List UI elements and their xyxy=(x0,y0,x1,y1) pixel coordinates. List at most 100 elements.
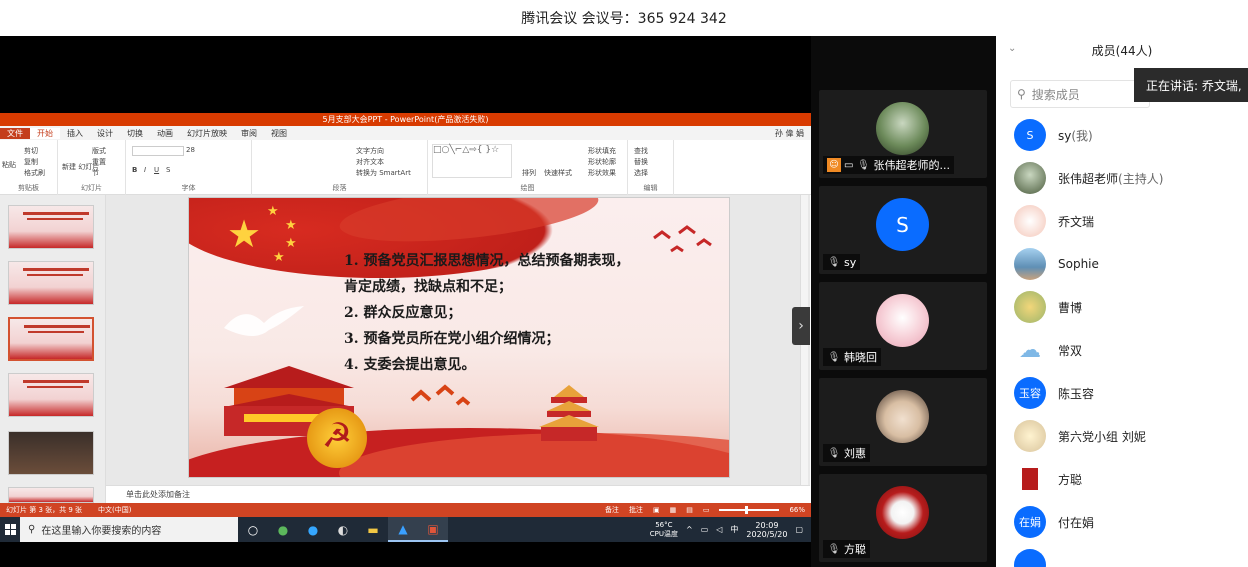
member-search-input[interactable]: ⚲ 搜索成员 xyxy=(1010,80,1150,108)
reset-button[interactable]: 重置 xyxy=(92,157,106,167)
tab-file[interactable]: 文件 xyxy=(0,127,30,139)
ime-indicator[interactable]: 中 xyxy=(730,524,738,535)
meeting-title: 腾讯会议 会议号：365 924 342 xyxy=(521,11,727,27)
member-row[interactable]: Sophie xyxy=(1014,247,1244,281)
taskbar-search-box[interactable]: ⚲ 在这里输入你要搜索的内容 xyxy=(20,517,238,542)
member-row[interactable]: 乔文瑞 xyxy=(1014,204,1244,238)
italic-button[interactable]: I xyxy=(144,166,146,174)
taskbar-search-text: 在这里输入你要搜索的内容 xyxy=(41,526,162,537)
ppt-status-bar: 幻灯片 第 3 张，共 9 张 中文(中国) 备注 批注 ▣ ▦ ▤ ▭ 66% xyxy=(0,503,811,517)
select-button[interactable]: 选择 xyxy=(634,168,648,178)
tencent-meeting-icon[interactable]: ▲ xyxy=(388,517,418,542)
strikethrough-button[interactable]: S xyxy=(166,166,170,174)
current-slide[interactable]: ★ ★ ★ ★ ★ ☭ 1. 预备党员汇报思想情况，总结预备期表现， 肯定成绩，… xyxy=(188,197,730,478)
tab-insert[interactable]: 插入 xyxy=(60,128,90,139)
tray-chevron-icon[interactable]: ^ xyxy=(686,525,693,534)
dove-icon xyxy=(224,306,304,337)
zoom-level[interactable]: 66% xyxy=(789,506,805,514)
collapse-panel-button[interactable]: › xyxy=(792,307,810,345)
slide-thumbnail[interactable]: 1 xyxy=(8,205,94,249)
windows-start-icon[interactable] xyxy=(0,517,20,542)
align-text-button[interactable]: 对齐文本 xyxy=(356,157,384,167)
edge-icon[interactable]: ● xyxy=(298,517,328,542)
shapes-gallery[interactable]: □○╲⌐△⇨{ }☆ xyxy=(432,144,512,178)
copy-button[interactable]: 复制 xyxy=(24,157,38,167)
slide-thumbnail-selected[interactable]: 3 xyxy=(8,317,94,361)
member-row[interactable]: 第六党小组 刘妮 xyxy=(1014,419,1244,453)
file-explorer-icon[interactable]: ▬ xyxy=(358,517,388,542)
font-size-select[interactable]: 28 xyxy=(186,146,195,154)
comments-toggle-button[interactable]: 批注 xyxy=(629,505,643,515)
video-tile[interactable]: 🎙 韩晓回 xyxy=(819,282,987,370)
arrange-button[interactable]: 排列 xyxy=(522,168,536,178)
tab-design[interactable]: 设计 xyxy=(90,128,120,139)
app-green-icon[interactable]: ● xyxy=(268,517,298,542)
avatar xyxy=(1014,463,1046,495)
paste-button[interactable]: 粘贴 xyxy=(2,160,16,170)
chevron-right-icon: › xyxy=(798,318,804,334)
shape-outline-button[interactable]: 形状轮廓 xyxy=(588,157,616,167)
tab-transitions[interactable]: 切换 xyxy=(120,128,150,139)
chevron-down-icon[interactable]: ⌄ xyxy=(1008,43,1016,54)
browser-icon[interactable]: ◐ xyxy=(328,517,358,542)
group-font-label: 字体 xyxy=(181,184,196,192)
star-icon: ★ xyxy=(267,204,279,219)
member-row[interactable]: 方聪 xyxy=(1014,462,1244,496)
slide-counter: 幻灯片 第 3 张，共 9 张 xyxy=(6,506,83,514)
star-icon: ★ xyxy=(227,212,262,256)
normal-view-icon[interactable]: ▣ xyxy=(653,506,660,514)
member-row[interactable]: ☁ 常双 xyxy=(1014,333,1244,367)
underline-button[interactable]: U xyxy=(154,166,159,174)
slideshow-icon[interactable]: ▭ xyxy=(703,506,710,514)
zoom-slider[interactable] xyxy=(719,506,780,514)
slide-thumbnail[interactable]: 6 xyxy=(8,487,94,503)
powerpoint-icon[interactable]: ▣ xyxy=(418,517,448,542)
member-row[interactable]: 曹博 xyxy=(1014,290,1244,324)
video-tile[interactable]: 🎙 方聪 xyxy=(819,474,987,562)
tab-view[interactable]: 视图 xyxy=(264,128,294,139)
member-row[interactable]: 在娟 付在娟 xyxy=(1014,505,1244,539)
volume-icon[interactable]: ◁ xyxy=(716,525,722,534)
slide-thumbnail[interactable]: 4 xyxy=(8,373,94,417)
format-painter-button[interactable]: 格式刷 xyxy=(24,168,45,178)
slide-thumbnail[interactable]: 5 xyxy=(8,431,94,475)
member-row[interactable]: 玉容 陈玉容 xyxy=(1014,376,1244,410)
notification-icon[interactable]: ▢ xyxy=(795,525,803,534)
slide-sorter-icon[interactable]: ▦ xyxy=(670,506,677,514)
taskbar-clock[interactable]: 20:09 2020/5/20 xyxy=(746,521,787,539)
quick-styles-button[interactable]: 快速样式 xyxy=(544,168,572,178)
group-paragraph-label: 段落 xyxy=(332,184,347,192)
member-row[interactable] xyxy=(1014,548,1244,567)
video-tile[interactable]: S 🎙 sy xyxy=(819,186,987,274)
notes-pane[interactable]: 单击此处添加备注 xyxy=(106,485,810,503)
task-view-icon[interactable]: ○ xyxy=(238,517,268,542)
replace-button[interactable]: 替换 xyxy=(634,157,648,167)
member-name: 付在娟 xyxy=(1058,515,1095,530)
section-button[interactable]: 节 xyxy=(92,168,99,178)
cut-button[interactable]: 剪切 xyxy=(24,146,38,156)
video-tile-label: 🎙 sy xyxy=(823,254,861,270)
video-tile[interactable]: 🎙 刘惠 xyxy=(819,378,987,466)
text-direction-button[interactable]: 文字方向 xyxy=(356,146,384,156)
member-row[interactable]: 张伟超老师(主持人) xyxy=(1014,161,1244,195)
video-tile[interactable]: ☺ ▭ 🎙 张伟超老师的... xyxy=(819,90,987,178)
shape-fill-button[interactable]: 形状填充 xyxy=(588,146,616,156)
font-family-select[interactable] xyxy=(132,146,184,156)
notes-toggle-button[interactable]: 备注 xyxy=(605,505,619,515)
tab-slideshow[interactable]: 幻灯片放映 xyxy=(180,128,234,139)
reading-view-icon[interactable]: ▤ xyxy=(686,506,693,514)
tab-review[interactable]: 审阅 xyxy=(234,128,264,139)
network-icon[interactable]: ▭ xyxy=(701,525,709,534)
participant-name: 韩晓回 xyxy=(844,351,877,364)
bold-button[interactable]: B xyxy=(132,166,137,174)
tab-animations[interactable]: 动画 xyxy=(150,128,180,139)
shape-effects-button[interactable]: 形状效果 xyxy=(588,168,616,178)
tab-home[interactable]: 开始 xyxy=(30,127,60,139)
avatar xyxy=(1014,205,1046,237)
members-count-title: 成员(44人) xyxy=(1091,43,1153,58)
layout-button[interactable]: 版式 xyxy=(92,146,106,156)
slide-thumbnail[interactable]: 2 xyxy=(8,261,94,305)
convert-smartart-button[interactable]: 转换为 SmartArt xyxy=(356,168,411,178)
member-row[interactable]: S sy(我) xyxy=(1014,118,1244,152)
find-button[interactable]: 查找 xyxy=(634,146,648,156)
